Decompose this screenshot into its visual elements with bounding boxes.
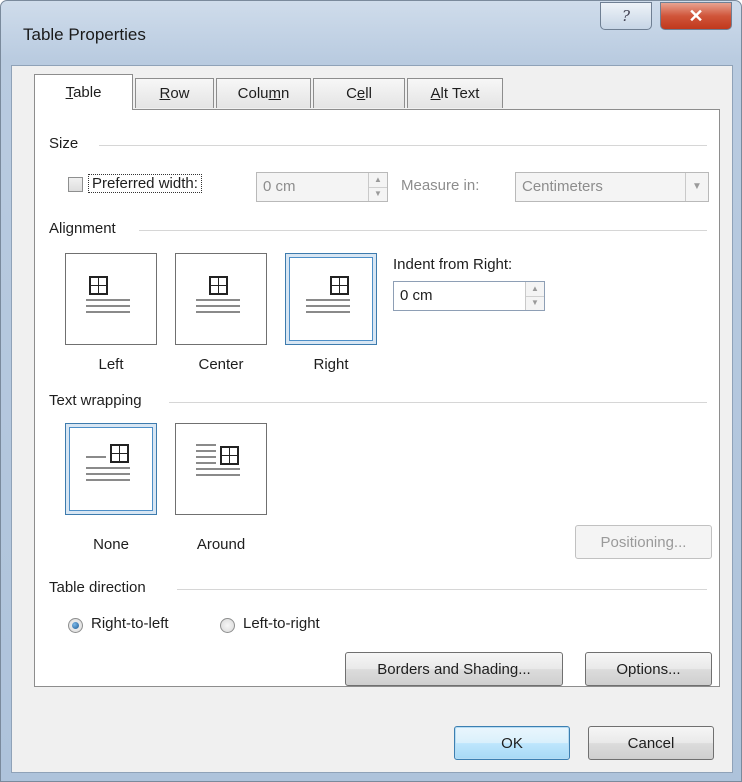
spin-up-icon[interactable]: ▲ [526, 282, 544, 296]
tab-cell-label: Cell [346, 85, 372, 102]
table-grid-icon [209, 276, 228, 295]
alignment-separator [139, 230, 707, 231]
options-button[interactable]: Options... [585, 652, 712, 686]
spin-down-icon[interactable]: ▼ [369, 186, 387, 202]
spin-up-icon[interactable]: ▲ [369, 173, 387, 187]
measure-in-select[interactable]: Centimeters ▼ [515, 172, 709, 202]
rtl-radio[interactable] [68, 618, 83, 633]
ltr-label[interactable]: Left-to-right [243, 615, 320, 632]
wrap-none-option[interactable] [65, 423, 157, 515]
ok-label: OK [501, 734, 523, 752]
align-center-option[interactable] [175, 253, 267, 345]
tab-table-label: Table [65, 84, 102, 101]
align-right-label: Right [285, 356, 377, 373]
size-heading: Size [49, 135, 79, 152]
wrap-around-option[interactable] [175, 423, 267, 515]
tab-alt-text-label: Alt Text [430, 85, 480, 102]
tab-row-label: Row [159, 85, 190, 102]
rtl-label[interactable]: Right-to-left [91, 615, 169, 632]
indent-from-right-label: Indent from Right: [393, 256, 512, 273]
wrap-around-text: Around [196, 536, 246, 553]
table-grid-icon [330, 276, 349, 295]
tab-column[interactable]: Column [216, 78, 311, 108]
spin-down-icon[interactable]: ▼ [526, 295, 544, 311]
wrap-none-label: None [65, 536, 157, 553]
text-wrapping-heading: Text wrapping [49, 392, 142, 409]
align-left-text: Left [98, 356, 124, 373]
tab-page-table: Size Preferred width: 0 cm ▲ ▼ Measure i… [34, 109, 720, 687]
preferred-width-value: 0 cm [263, 178, 296, 195]
size-separator [99, 145, 707, 146]
tab-column-label: Column [237, 85, 290, 102]
preferred-width-label[interactable]: Preferred width: [88, 174, 202, 193]
tab-row[interactable]: Row [135, 78, 214, 108]
indent-value: 0 cm [400, 287, 433, 304]
dialog-title: Table Properties [23, 25, 146, 44]
table-grid-icon [89, 276, 108, 295]
wrap-around-label: Around [175, 536, 267, 553]
close-button[interactable]: ✕ [660, 2, 732, 30]
ltr-text: Left-to-right [243, 615, 320, 632]
ltr-radio[interactable] [220, 618, 235, 633]
align-right-text: Right [313, 356, 349, 373]
positioning-button[interactable]: Positioning... [575, 525, 712, 559]
dropdown-arrow-icon[interactable]: ▼ [685, 173, 708, 201]
indent-from-right-text: Indent from Right: [393, 256, 513, 273]
align-left-option[interactable] [65, 253, 157, 345]
wrap-none-text: None [93, 536, 129, 553]
help-icon: ? [621, 7, 631, 25]
align-center-label: Center [175, 356, 267, 373]
table-grid-icon [110, 444, 129, 463]
ok-button[interactable]: OK [454, 726, 570, 760]
dialog-window: Table Properties ? ✕ Table Row Column Ce… [0, 0, 742, 782]
preferred-width-input[interactable]: 0 cm ▲ ▼ [256, 172, 388, 202]
alignment-heading: Alignment [49, 220, 116, 237]
table-direction-heading: Table direction [49, 579, 146, 596]
rtl-text: Right-to-left [91, 615, 169, 632]
preferred-width-text: Preferred width: [92, 175, 198, 192]
cancel-button[interactable]: Cancel [588, 726, 714, 760]
table-grid-icon [220, 446, 239, 465]
align-right-option[interactable] [285, 253, 377, 345]
help-button[interactable]: ? [600, 2, 652, 30]
indent-from-right-input[interactable]: 0 cm ▲ ▼ [393, 281, 545, 311]
close-icon: ✕ [688, 5, 704, 26]
preferred-width-spinner[interactable]: ▲ ▼ [368, 173, 387, 201]
title-bar: Table Properties ? ✕ [1, 1, 741, 65]
text-wrapping-separator [169, 402, 707, 403]
borders-shading-button[interactable]: Borders and Shading... [345, 652, 563, 686]
preferred-width-checkbox[interactable] [68, 177, 83, 192]
measure-in-value: Centimeters [522, 178, 603, 195]
table-direction-separator [177, 589, 707, 590]
align-center-text: Center [198, 356, 244, 373]
cancel-label: Cancel [627, 734, 675, 752]
indent-spinner[interactable]: ▲ ▼ [525, 282, 544, 310]
tab-table[interactable]: Table [34, 74, 133, 110]
options-label: Options... [616, 660, 681, 678]
measure-in-label: Measure in: [401, 177, 480, 194]
borders-shading-label: Borders and Shading... [377, 660, 531, 678]
positioning-button-label: Positioning... [600, 533, 687, 551]
dialog-body: Table Row Column Cell Alt Text Size Pref… [11, 65, 733, 773]
tab-cell[interactable]: Cell [313, 78, 405, 108]
align-left-label: Left [65, 356, 157, 373]
tab-alt-text[interactable]: Alt Text [407, 78, 503, 108]
